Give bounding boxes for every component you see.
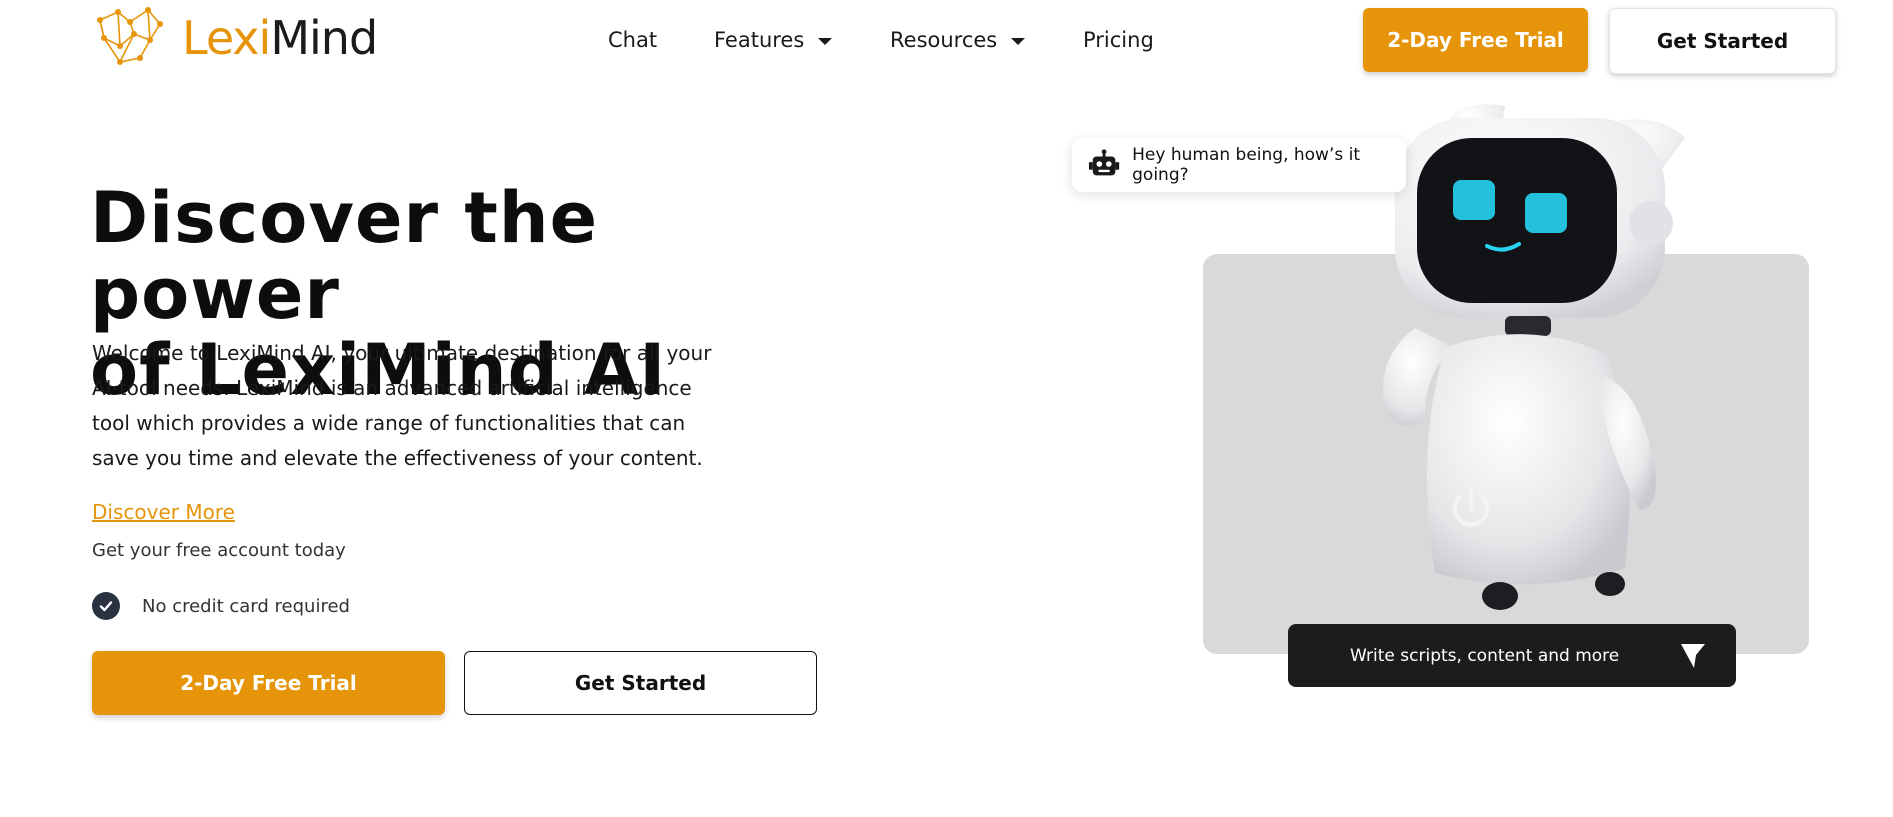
brand-logo[interactable]: LexiMind xyxy=(90,0,390,76)
feature-caption-text: Write scripts, content and more xyxy=(1350,645,1620,666)
nav-item-label: Pricing xyxy=(1083,28,1154,52)
hero-free-trial-button[interactable]: 2-Day Free Trial xyxy=(92,651,445,715)
hero-description: Welcome to LexiMind AI, your ultimate de… xyxy=(92,341,712,470)
nav-item-resources[interactable]: Resources xyxy=(890,22,1026,58)
cursor-icon xyxy=(1681,644,1705,668)
hero-get-started-button[interactable]: Get Started xyxy=(464,651,817,715)
check-icon xyxy=(92,592,120,620)
robot-illustration xyxy=(1383,104,1685,610)
hero-title-line1: Discover the power xyxy=(90,177,599,335)
caret-down-icon xyxy=(1011,38,1026,45)
nav-item-label: Chat xyxy=(608,28,658,52)
nav-item-pricing[interactable]: Pricing xyxy=(1083,22,1154,58)
header-get-started-button[interactable]: Get Started xyxy=(1609,8,1836,74)
brand-name-part2: Mind xyxy=(270,11,378,65)
header-free-trial-button[interactable]: 2-Day Free Trial xyxy=(1363,8,1588,72)
nav-item-label: Resources xyxy=(890,28,998,52)
discover-more-link[interactable]: Discover More xyxy=(92,500,235,524)
nav-item-chat[interactable]: Chat xyxy=(608,22,657,58)
free-account-text: Get your free account today xyxy=(92,540,346,561)
brand-name-part1: Lexi xyxy=(182,11,271,65)
feature-caption-bar: Write scripts, content and more xyxy=(1288,624,1736,687)
chat-bubble: Hey human being, how’s it going? xyxy=(1072,138,1406,192)
nav-item-label: Features xyxy=(714,28,805,52)
neural-network-logo-icon xyxy=(97,7,163,65)
robot-icon xyxy=(1088,149,1120,176)
no-credit-card-row: No credit card required xyxy=(92,592,350,620)
brand-name: LexiMind xyxy=(182,15,378,61)
no-credit-card-text: No credit card required xyxy=(142,595,350,617)
nav-item-features[interactable]: Features xyxy=(714,22,833,58)
caret-down-icon xyxy=(818,38,833,45)
chat-bubble-text: Hey human being, how’s it going? xyxy=(1132,145,1361,185)
